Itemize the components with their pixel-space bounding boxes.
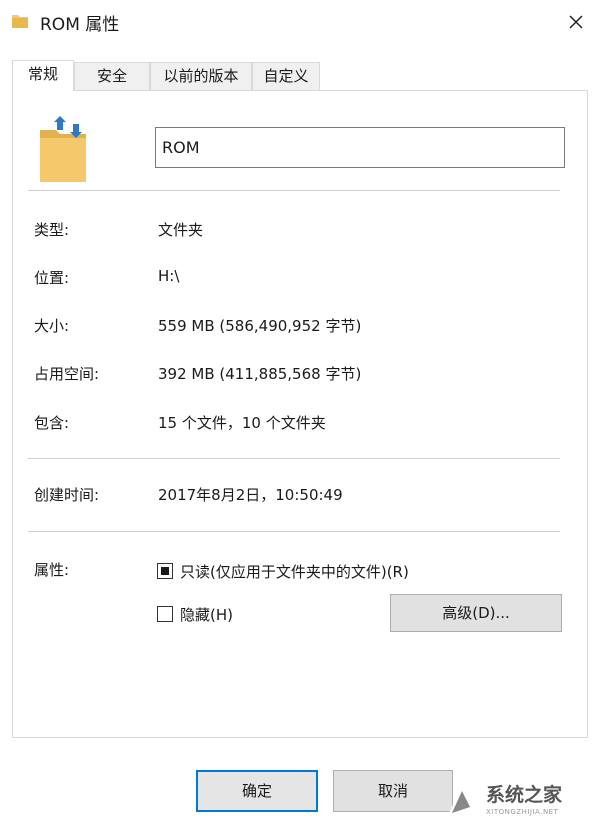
size-label: 大小:	[34, 317, 70, 335]
watermark-text: 系统之家	[486, 784, 563, 806]
size-on-disk-label: 占用空间:	[34, 365, 100, 383]
separator	[28, 531, 560, 532]
size-value: 559 MB (586,490,952 字节)	[158, 317, 362, 335]
location-value: H:\	[158, 267, 180, 285]
folder-icon	[12, 15, 28, 28]
title-bar: ROM 属性	[0, 0, 600, 44]
tab-general[interactable]: 常规	[12, 60, 74, 91]
advanced-button[interactable]: 高级(D)...	[390, 594, 562, 632]
readonly-checkbox[interactable]	[157, 563, 173, 579]
separator	[28, 458, 560, 459]
created-value: 2017年8月2日，10:50:49	[158, 486, 343, 504]
tab-customize[interactable]: 自定义	[252, 62, 320, 90]
window-title: ROM 属性	[40, 15, 120, 35]
cancel-button[interactable]: 取消	[333, 770, 453, 812]
contains-label: 包含:	[34, 414, 70, 432]
close-button[interactable]	[556, 4, 596, 40]
hidden-checkbox[interactable]	[157, 606, 173, 622]
separator	[28, 190, 560, 191]
readonly-checkbox-label[interactable]: 只读(仅应用于文件夹中的文件)(R)	[180, 561, 409, 582]
contains-value: 15 个文件，10 个文件夹	[158, 414, 326, 432]
type-label: 类型:	[34, 221, 70, 239]
ok-button[interactable]: 确定	[196, 770, 318, 812]
hidden-checkbox-label[interactable]: 隐藏(H)	[180, 604, 233, 625]
type-value: 文件夹	[158, 221, 204, 239]
size-on-disk-value: 392 MB (411,885,568 字节)	[158, 365, 362, 383]
tab-security[interactable]: 安全	[74, 62, 150, 90]
watermark-subtext: XITONGZHIJIA.NET	[486, 808, 559, 816]
attributes-label: 属性:	[34, 561, 70, 579]
close-icon	[569, 15, 583, 29]
tab-previous-versions[interactable]: 以前的版本	[150, 62, 252, 90]
shared-folder-icon	[40, 116, 86, 182]
location-label: 位置:	[34, 269, 70, 287]
folder-name-input[interactable]	[155, 127, 565, 168]
created-label: 创建时间:	[34, 486, 100, 504]
